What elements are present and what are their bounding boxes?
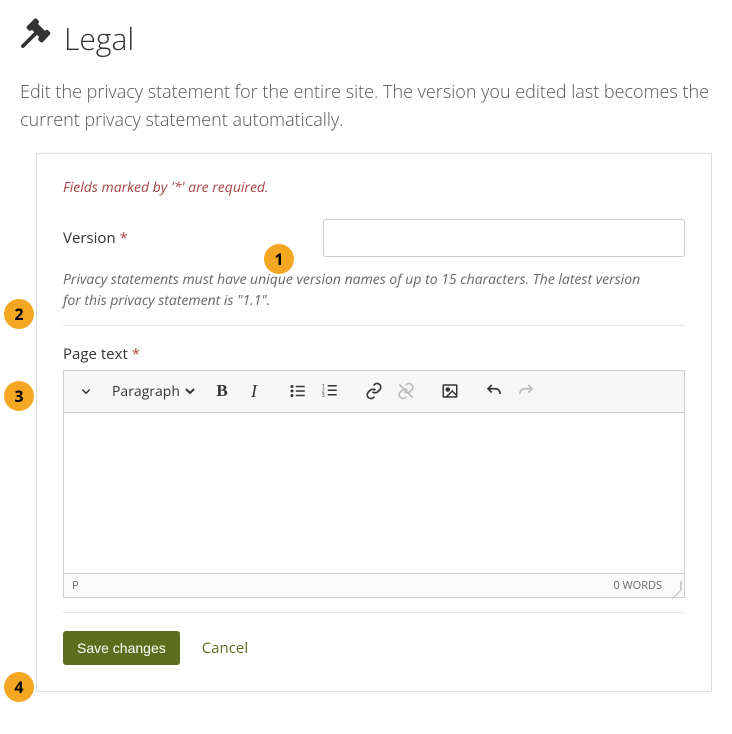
- annotation-marker-4: 4: [4, 672, 34, 702]
- gavel-icon: [20, 18, 52, 59]
- numbered-list-button[interactable]: 123: [316, 377, 344, 405]
- rich-text-editor: Paragraph B I 123: [63, 370, 685, 598]
- page-intro: Edit the privacy statement for the entir…: [20, 79, 712, 135]
- annotation-marker-2: 2: [4, 299, 34, 329]
- cancel-link[interactable]: Cancel: [202, 638, 248, 658]
- separator: [63, 612, 685, 613]
- editor-toolbar: Paragraph B I 123: [64, 371, 684, 413]
- separator: [63, 325, 685, 326]
- annotation-marker-1: 1: [264, 244, 294, 274]
- editor-path-indicator: P: [72, 578, 79, 593]
- link-button[interactable]: [360, 377, 388, 405]
- page-text-label: Page text *: [63, 344, 323, 364]
- editor-status-bar: P 0 WORDS: [64, 573, 684, 597]
- required-star: *: [132, 344, 140, 364]
- undo-button[interactable]: [480, 377, 508, 405]
- annotation-marker-3: 3: [4, 381, 34, 411]
- required-fields-note: Fields marked by '*' are required.: [63, 178, 685, 197]
- editor-content-area[interactable]: [64, 413, 684, 573]
- unlink-button: [392, 377, 420, 405]
- form-panel: 1 2 3 4 Fields marked by '*' are require…: [36, 153, 712, 692]
- toolbar-expand-button[interactable]: [72, 377, 100, 405]
- version-field-row: Version *: [63, 219, 685, 257]
- page-title-text: Legal: [64, 18, 134, 59]
- version-help-text: Privacy statements must have unique vers…: [63, 269, 685, 311]
- image-button[interactable]: [436, 377, 464, 405]
- editor-word-count: 0 WORDS: [613, 578, 676, 593]
- required-star: *: [120, 228, 128, 248]
- save-button[interactable]: Save changes: [63, 631, 180, 665]
- redo-button: [512, 377, 540, 405]
- bullet-list-button[interactable]: [284, 377, 312, 405]
- page-title: Legal: [20, 18, 712, 59]
- bold-button[interactable]: B: [208, 377, 236, 405]
- format-select[interactable]: Paragraph: [106, 377, 198, 406]
- version-input[interactable]: [323, 219, 685, 257]
- svg-text:3: 3: [322, 391, 325, 399]
- form-actions: Save changes Cancel: [63, 631, 685, 665]
- italic-button[interactable]: I: [240, 377, 268, 405]
